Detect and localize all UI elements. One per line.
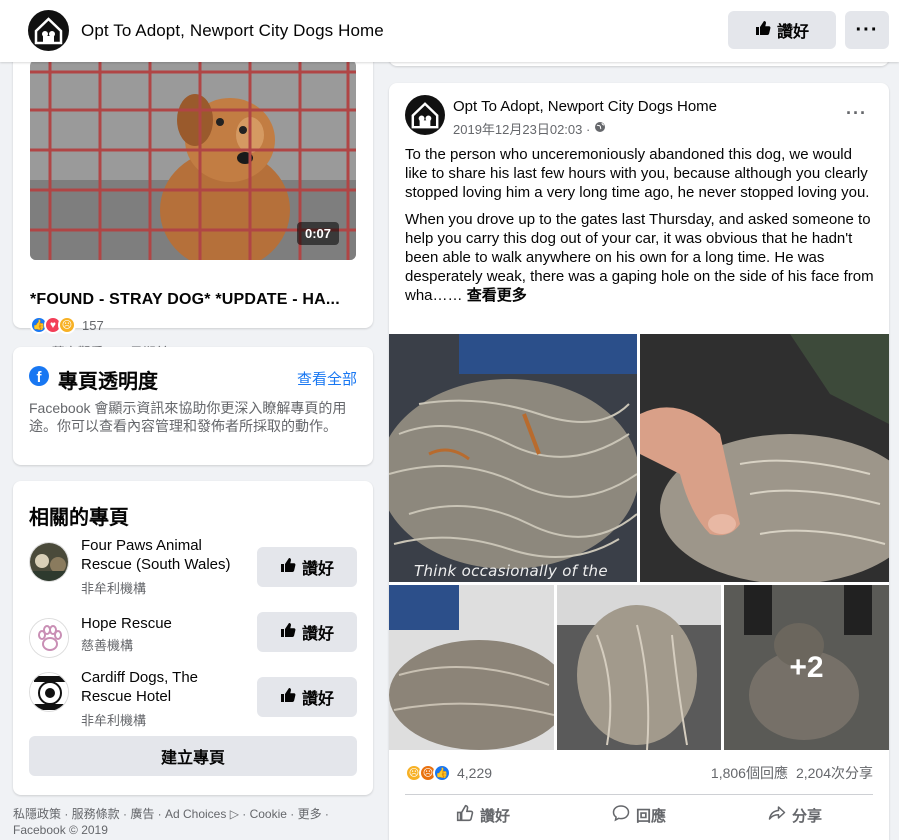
like-label: 讚好: [301, 561, 334, 578]
post-photo[interactable]: +2: [724, 585, 889, 750]
more-options-button[interactable]: ···: [845, 11, 889, 49]
more-icon: ···: [855, 18, 879, 41]
reaction-count: 157: [82, 317, 104, 333]
related-page-category: 非牟利機構: [81, 713, 147, 728]
post-photo[interactable]: [557, 585, 721, 750]
page-transparency-card: f 專頁透明度 查看全部 Facebook 會顯示資訊來協助你更深入瞭解專頁的用…: [13, 347, 373, 465]
post-photo[interactable]: [389, 585, 554, 750]
post-actions: 讚好 回應 分享: [405, 799, 873, 831]
related-page-item: Hope Rescue 慈善機構 讚好: [29, 612, 357, 670]
post-reactions[interactable]: ☹ ☹ 👍 4,229: [405, 764, 492, 782]
photo-grid: Think occasionally of the +2: [389, 334, 889, 750]
footer-links[interactable]: 私隱政策 · 服務條款 · 廣告 · Ad Choices ▷ · Cookie…: [13, 806, 373, 838]
facebook-icon: f: [29, 366, 49, 386]
post-photo[interactable]: [640, 334, 889, 582]
see-more-link[interactable]: 查看更多: [467, 287, 527, 304]
more-photos-overlay[interactable]: +2: [724, 585, 889, 750]
thumbs-up-icon: [280, 622, 296, 643]
related-page-category: 慈善機構: [81, 638, 134, 653]
transparency-description: Facebook 會顯示資訊來協助你更深入瞭解專頁的用途。你可以查看內容管理和發…: [29, 400, 347, 434]
video-card: 0:07 *FOUND - STRAY DOG* *UPDATE - HA...…: [13, 40, 373, 360]
video-thumbnail[interactable]: 0:07: [30, 60, 356, 260]
video-title[interactable]: *FOUND - STRAY DOG* *UPDATE - HA...: [30, 291, 356, 309]
photo-caption: Think occasionally of the: [414, 562, 608, 580]
share-icon: [768, 804, 786, 826]
comment-label: 回應: [635, 807, 666, 825]
thumbs-up-icon: [755, 20, 771, 41]
engagement-counts: 1,806個回應 2,204次分享: [711, 763, 873, 783]
post-body: To the person who unceremoniously abando…: [405, 145, 875, 313]
like-button[interactable]: 讚好: [405, 799, 561, 831]
like-page-button[interactable]: 讚好: [257, 677, 357, 717]
post-options-button[interactable]: ···: [846, 103, 867, 124]
like-reaction-icon: 👍: [433, 764, 451, 782]
avatar[interactable]: [29, 672, 69, 712]
thumbs-up-icon: [280, 687, 296, 708]
page-header: Opt To Adopt, Newport City Dogs Home 讚好 …: [0, 0, 899, 62]
sad-reaction-icon: ☹: [58, 316, 76, 334]
share-button[interactable]: 分享: [717, 799, 873, 831]
like-label: 讚好: [776, 24, 809, 41]
related-page-item: Four Paws Animal Rescue (South Wales) 非牟…: [29, 536, 357, 596]
section-title: 相關的專頁: [29, 507, 129, 529]
globe-icon: [594, 121, 606, 136]
related-page-item: Cardiff Dogs, The Rescue Hotel 非牟利機構 讚好: [29, 666, 357, 728]
create-page-button[interactable]: 建立專頁: [29, 736, 357, 776]
like-label: 讚好: [301, 691, 334, 708]
section-title: 專頁透明度: [58, 371, 158, 393]
post-author[interactable]: Opt To Adopt, Newport City Dogs Home: [453, 98, 717, 115]
footer-line[interactable]: 私隱政策 · 服務條款 · 廣告 · Ad Choices ▷ · Cookie…: [13, 806, 373, 822]
related-page-name[interactable]: Hope Rescue: [81, 614, 251, 633]
thumbs-up-icon: [456, 804, 474, 826]
like-label: 讚好: [479, 807, 510, 825]
avatar[interactable]: [29, 618, 69, 658]
video-duration: 0:07: [296, 222, 339, 245]
post-time-text: 2019年12月23日02:03 ·: [453, 122, 591, 137]
post-card: Opt To Adopt, Newport City Dogs Home 201…: [389, 83, 889, 840]
post-timestamp[interactable]: 2019年12月23日02:03 ·: [453, 119, 606, 138]
avatar[interactable]: [405, 95, 445, 135]
thumbs-up-icon: [280, 557, 296, 578]
video-reactions[interactable]: 👍 ♥ ☹ 157: [30, 316, 104, 334]
post-paragraph: To the person who unceremoniously abando…: [405, 146, 870, 202]
post-stats: ☹ ☹ 👍 4,229 1,806個回應 2,204次分享: [405, 763, 873, 783]
share-count[interactable]: 2,204次分享: [796, 763, 873, 783]
page-logo[interactable]: [28, 10, 69, 51]
related-page-category: 非牟利機構: [81, 581, 147, 596]
like-page-button[interactable]: 讚好: [728, 11, 836, 49]
related-page-name[interactable]: Cardiff Dogs, The Rescue Hotel: [81, 668, 251, 706]
post-photo[interactable]: Think occasionally of the: [389, 334, 637, 582]
related-page-name[interactable]: Four Paws Animal Rescue (South Wales): [81, 536, 251, 574]
post-paragraph: When you drove up to the gates last Thur…: [405, 210, 875, 306]
share-label: 分享: [791, 807, 822, 825]
comment-button[interactable]: 回應: [561, 799, 717, 831]
like-page-button[interactable]: 讚好: [257, 612, 357, 652]
avatar[interactable]: [29, 542, 69, 582]
footer-copyright: Facebook © 2019: [13, 823, 108, 837]
like-label: 讚好: [301, 626, 334, 643]
see-all-link[interactable]: 查看全部: [297, 368, 357, 389]
reaction-count: 4,229: [457, 765, 493, 781]
divider: [405, 794, 873, 795]
comment-icon: [612, 804, 630, 826]
page-title[interactable]: Opt To Adopt, Newport City Dogs Home: [81, 21, 384, 41]
like-page-button[interactable]: 讚好: [257, 547, 357, 587]
comment-count[interactable]: 1,806個回應: [711, 763, 788, 783]
related-pages-card: 相關的專頁 Four Paws Animal Rescue (South Wal…: [13, 481, 373, 795]
